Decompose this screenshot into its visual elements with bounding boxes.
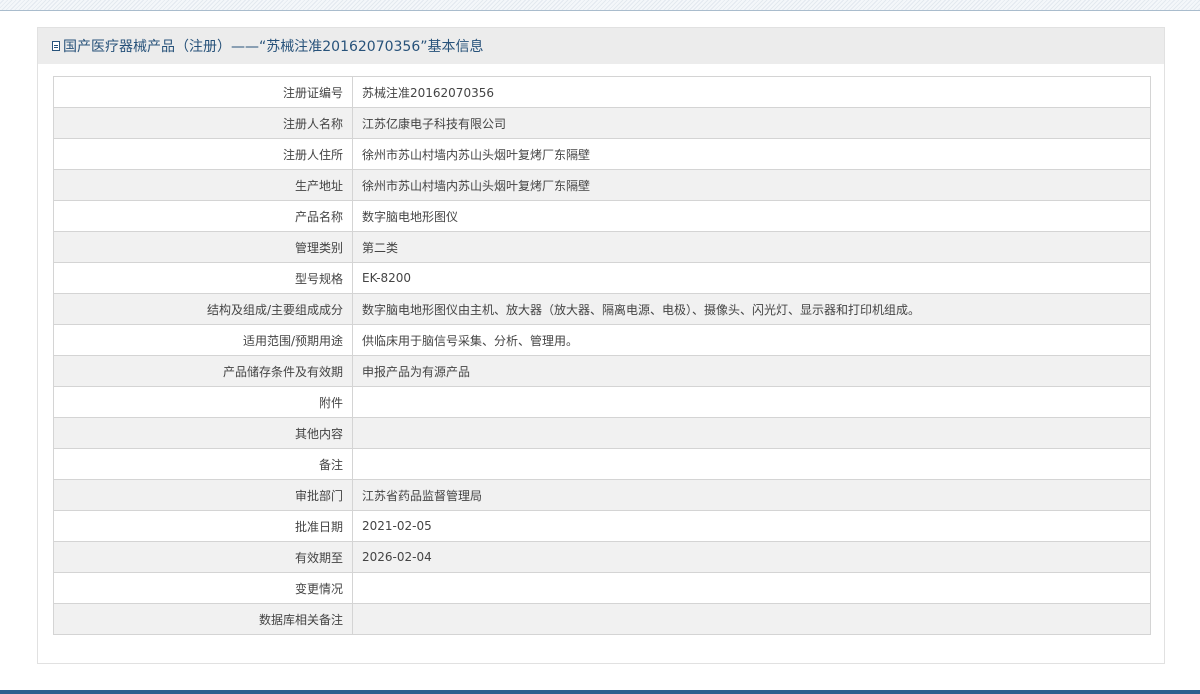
- table-row: 结构及组成/主要组成成分 数字脑电地形图仪由主机、放大器（放大器、隔离电源、电极）…: [53, 293, 1151, 325]
- table-row: 变更情况: [53, 572, 1151, 604]
- table-row: 注册证编号 苏械注准20162070356: [53, 76, 1151, 108]
- table-row: 有效期至 2026-02-04: [53, 541, 1151, 573]
- field-label: 批准日期: [53, 510, 353, 542]
- field-value: 供临床用于脑信号采集、分析、管理用。: [352, 324, 1151, 356]
- table-row: 注册人住所 徐州市苏山村墙内苏山头烟叶复烤厂东隔壁: [53, 138, 1151, 170]
- field-value: 数字脑电地形图仪: [352, 200, 1151, 232]
- field-label: 注册人名称: [53, 107, 353, 139]
- top-decorative-strip: [0, 0, 1200, 11]
- bottom-bar: [0, 690, 1200, 694]
- table-row: 批准日期 2021-02-05: [53, 510, 1151, 542]
- field-value: 数字脑电地形图仪由主机、放大器（放大器、隔离电源、电极）、摄像头、闪光灯、显示器…: [352, 293, 1151, 325]
- field-value: 苏械注准20162070356: [352, 76, 1151, 108]
- info-table: 注册证编号 苏械注准20162070356 注册人名称 江苏亿康电子科技有限公司 注册人…: [53, 76, 1151, 635]
- table-row: 适用范围/预期用途 供临床用于脑信号采集、分析、管理用。: [53, 324, 1151, 356]
- table-row: 注册人名称 江苏亿康电子科技有限公司: [53, 107, 1151, 139]
- field-value: 江苏省药品监督管理局: [352, 479, 1151, 511]
- table-row: 产品储存条件及有效期 申报产品为有源产品: [53, 355, 1151, 387]
- table-row: 审批部门 江苏省药品监督管理局: [53, 479, 1151, 511]
- table-row: 数据库相关备注: [53, 603, 1151, 635]
- field-label: 管理类别: [53, 231, 353, 263]
- field-label: 型号规格: [53, 262, 353, 294]
- field-label: 附件: [53, 386, 353, 418]
- field-label: 结构及组成/主要组成成分: [53, 293, 353, 325]
- table-row: 产品名称 数字脑电地形图仪: [53, 200, 1151, 232]
- table-row: 管理类别 第二类: [53, 231, 1151, 263]
- field-value: 第二类: [352, 231, 1151, 263]
- field-value: [352, 386, 1151, 418]
- field-value: 徐州市苏山村墙内苏山头烟叶复烤厂东隔壁: [352, 138, 1151, 170]
- field-label: 生产地址: [53, 169, 353, 201]
- field-value: 江苏亿康电子科技有限公司: [352, 107, 1151, 139]
- field-label: 其他内容: [53, 417, 353, 449]
- field-label: 注册证编号: [53, 76, 353, 108]
- field-label: 备注: [53, 448, 353, 480]
- field-value: [352, 448, 1151, 480]
- table-row: 备注: [53, 448, 1151, 480]
- field-label: 产品名称: [53, 200, 353, 232]
- panel-header: 国产医疗器械产品（注册）——“苏械注准20162070356”基本信息: [38, 28, 1164, 64]
- field-label: 变更情况: [53, 572, 353, 604]
- table-row: 附件: [53, 386, 1151, 418]
- field-value: 2026-02-04: [352, 541, 1151, 573]
- field-value: EK-8200: [352, 262, 1151, 294]
- table-row: 型号规格 EK-8200: [53, 262, 1151, 294]
- field-label: 注册人住所: [53, 138, 353, 170]
- field-label: 适用范围/预期用途: [53, 324, 353, 356]
- field-value: 申报产品为有源产品: [352, 355, 1151, 387]
- table-row: 其他内容: [53, 417, 1151, 449]
- field-label: 审批部门: [53, 479, 353, 511]
- table-row: 生产地址 徐州市苏山村墙内苏山头烟叶复烤厂东隔壁: [53, 169, 1151, 201]
- field-value: 徐州市苏山村墙内苏山头烟叶复烤厂东隔壁: [352, 169, 1151, 201]
- detail-panel: 国产医疗器械产品（注册）——“苏械注准20162070356”基本信息 注册证编…: [37, 27, 1165, 664]
- field-label: 有效期至: [53, 541, 353, 573]
- document-icon: [52, 41, 60, 51]
- panel-title: 国产医疗器械产品（注册）——“苏械注准20162070356”基本信息: [63, 39, 484, 55]
- field-value: [352, 603, 1151, 635]
- field-label: 产品储存条件及有效期: [53, 355, 353, 387]
- field-value: [352, 417, 1151, 449]
- field-value: [352, 572, 1151, 604]
- field-value: 2021-02-05: [352, 510, 1151, 542]
- field-label: 数据库相关备注: [53, 603, 353, 635]
